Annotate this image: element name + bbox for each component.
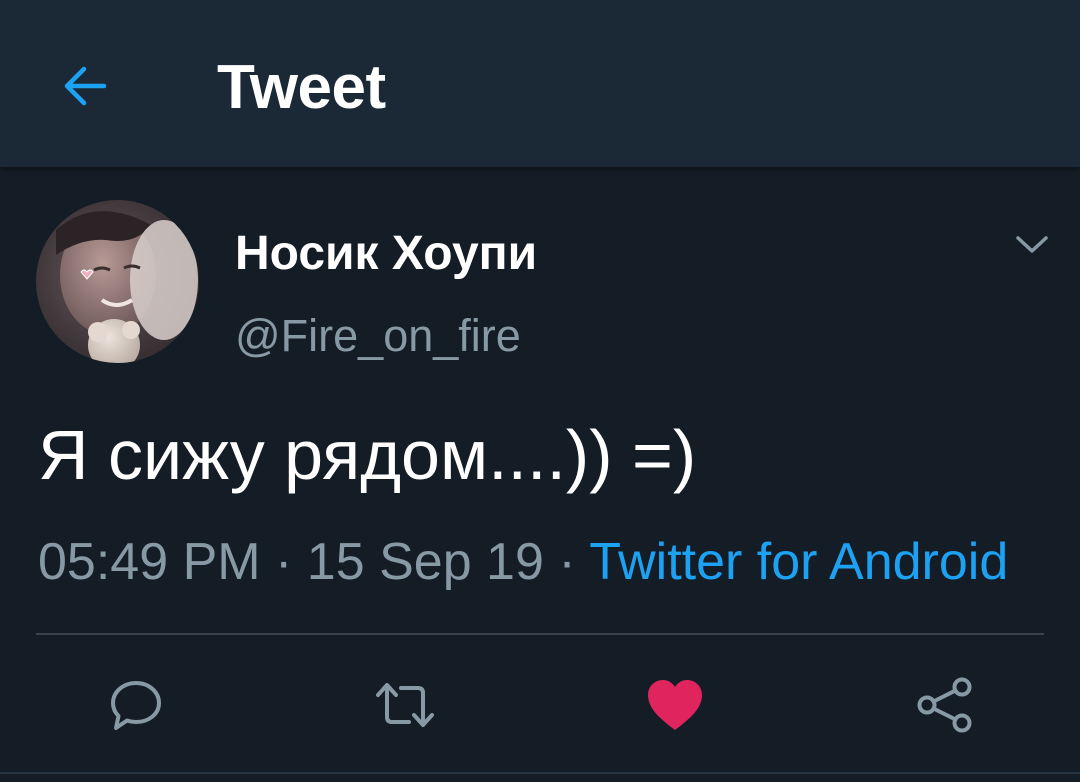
share-icon bbox=[917, 677, 972, 733]
tweet-menu-button[interactable] bbox=[1008, 225, 1056, 265]
like-button[interactable] bbox=[640, 670, 710, 740]
tweet-detail-screen: Tweet Носик Хоупи @Fire_on_fire Я сижу р… bbox=[0, 0, 1080, 782]
retweet-button[interactable] bbox=[370, 670, 440, 740]
arrow-left-icon bbox=[64, 66, 107, 106]
tweet-time: 05:49 PM bbox=[38, 533, 261, 591]
display-name[interactable]: Носик Хоупи bbox=[235, 226, 537, 281]
back-button[interactable] bbox=[50, 52, 118, 120]
chevron-down-icon bbox=[1016, 236, 1048, 253]
top-app-bar: Tweet bbox=[0, 0, 1080, 167]
comment-icon bbox=[111, 681, 161, 730]
reply-button[interactable] bbox=[101, 670, 171, 740]
share-button[interactable] bbox=[910, 670, 980, 740]
tweet-source-link[interactable]: Twitter for Android bbox=[589, 533, 1008, 591]
tweet-meta: 05:49 PM · 15 Sep 19 · Twitter for Andro… bbox=[38, 532, 1008, 592]
avatar-image bbox=[36, 200, 199, 363]
retweet-icon bbox=[376, 683, 434, 727]
user-handle[interactable]: @Fire_on_fire bbox=[235, 310, 521, 362]
meta-separator: · bbox=[543, 533, 590, 591]
page-title: Tweet bbox=[217, 53, 386, 122]
heart-icon bbox=[648, 680, 702, 730]
bottom-divider bbox=[0, 772, 1080, 774]
meta-separator: · bbox=[260, 533, 307, 591]
tweet-date: 15 Sep 19 bbox=[306, 533, 544, 591]
divider bbox=[36, 633, 1044, 635]
tweet-text: Я сижу рядом....)) =) bbox=[38, 416, 697, 494]
avatar[interactable] bbox=[36, 200, 199, 363]
